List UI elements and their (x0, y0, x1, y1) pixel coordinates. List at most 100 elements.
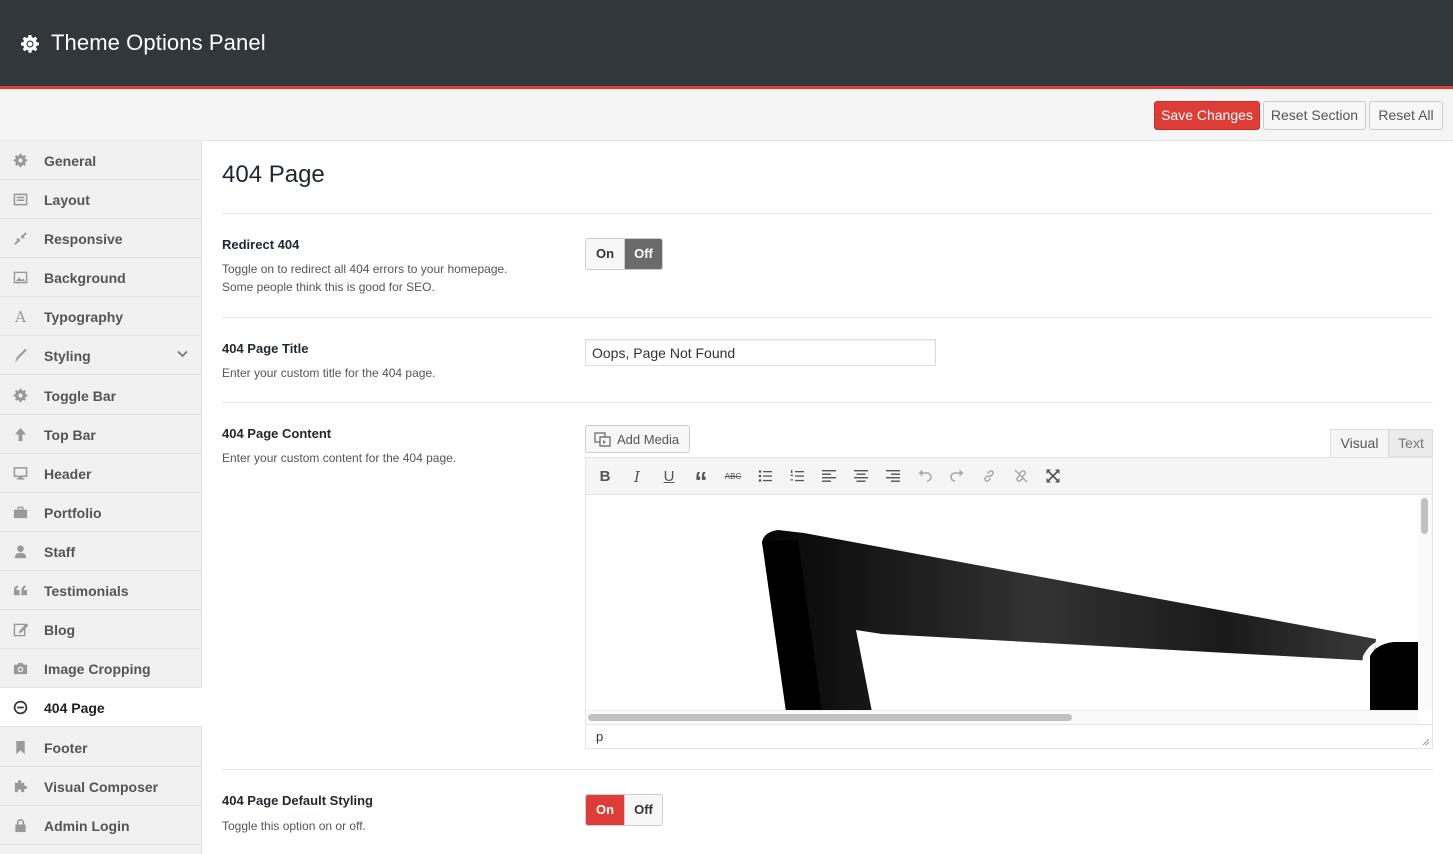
sidebar-item-label: General (44, 153, 97, 169)
sidebar-item-top-bar[interactable]: Top Bar (0, 415, 201, 454)
align-right-icon[interactable] (883, 467, 903, 487)
redirect-404-title: Redirect 404 (222, 237, 300, 252)
page-title: 404 Page (222, 161, 325, 188)
sidebar-item-layout[interactable]: Layout (0, 180, 201, 219)
gear-icon (13, 153, 28, 168)
minus-circle-icon (13, 700, 28, 715)
sidebar-item-label: Footer (44, 740, 88, 756)
chevron-down-icon[interactable] (177, 350, 188, 358)
scrollbar-thumb[interactable] (1421, 498, 1428, 534)
strikethrough-icon[interactable]: ABC (723, 467, 743, 487)
compress-icon (14, 232, 27, 245)
gear-icon (13, 388, 28, 403)
sidebar-item-label: Testimonials (44, 583, 129, 599)
switch-on-option[interactable]: On (586, 239, 624, 269)
default-styling-title: 404 Page Default Styling (222, 793, 373, 808)
sidebar-item-testimonials[interactable]: Testimonials (0, 571, 201, 610)
sidebar-item-responsive[interactable]: Responsive (0, 219, 201, 258)
section-divider (222, 402, 1433, 403)
link-icon[interactable] (979, 467, 999, 487)
italic-icon[interactable]: I (627, 467, 647, 487)
app-header: Theme Options Panel (0, 0, 1453, 86)
sidebar-item-label: Styling (44, 348, 91, 364)
sidebar-item-background[interactable]: Background (0, 258, 201, 297)
sidebar-item-visual-composer[interactable]: Visual Composer (0, 767, 201, 806)
tab-visual[interactable]: Visual (1330, 429, 1389, 457)
briefcase-icon (13, 506, 28, 519)
sidebar-item-label: Portfolio (44, 505, 102, 521)
page-title-option-description: Enter your custom title for the 404 page… (222, 366, 436, 380)
sidebar-item-label: Staff (44, 544, 76, 560)
app-title: Theme Options Panel (51, 30, 266, 55)
sidebar-item-general[interactable]: General (0, 141, 201, 180)
sidebar-item-label: Admin Login (44, 818, 130, 834)
fullscreen-icon[interactable] (1043, 467, 1063, 487)
sidebar-item-footer[interactable]: Footer (0, 728, 201, 767)
page-content-title: 404 Page Content (222, 426, 332, 441)
puzzle-icon (14, 779, 28, 793)
reset-all-button[interactable]: Reset All (1369, 101, 1443, 130)
sidebar-item-admin-login[interactable]: Admin Login (0, 806, 201, 845)
undo-icon[interactable] (915, 467, 935, 487)
sidebar-item-label: Image Cropping (44, 661, 151, 677)
editor-content-area[interactable] (586, 496, 1418, 710)
sidebar-item-label: Responsive (44, 231, 123, 247)
sidebar-item-toggle-bar[interactable]: Toggle Bar (0, 376, 201, 415)
sidebar-item-portfolio[interactable]: Portfolio (0, 493, 201, 532)
description-line: Toggle on to redirect all 404 errors to … (222, 262, 508, 276)
sidebar-item-header[interactable]: Header (0, 454, 201, 493)
sidebar-item-label: Visual Composer (44, 779, 159, 795)
switch-off-option[interactable]: Off (624, 795, 662, 825)
font-icon: A (14, 309, 26, 324)
numbered-list-icon[interactable] (787, 467, 807, 487)
page-title-input[interactable] (585, 339, 936, 366)
sidebar-item-404-page[interactable]: 404 Page (0, 688, 202, 727)
tab-text[interactable]: Text (1389, 429, 1433, 457)
sidebar-item-label: Header (44, 466, 92, 482)
unlink-icon[interactable] (1011, 467, 1031, 487)
align-center-icon[interactable] (851, 467, 871, 487)
redo-icon[interactable] (947, 467, 967, 487)
lock-icon (15, 819, 26, 833)
bullet-list-icon[interactable] (755, 467, 775, 487)
underline-icon[interactable]: U (659, 467, 679, 487)
sidebar-item-label: 404 Page (44, 700, 105, 716)
sidebar-item-label: Background (44, 270, 126, 286)
default-styling-switch[interactable]: On Off (585, 794, 663, 826)
arrow-up-icon (14, 427, 27, 442)
sidebar-item-image-cropping[interactable]: Image Cropping (0, 649, 201, 688)
editor-vertical-scrollbar[interactable] (1418, 496, 1432, 710)
sidebar-item-staff[interactable]: Staff (0, 532, 201, 571)
sidebar-item-label: Layout (44, 192, 90, 208)
sidebar-item-blog[interactable]: Blog (0, 610, 201, 649)
svg-text:A: A (14, 309, 26, 324)
edit-icon (13, 623, 28, 637)
bold-icon[interactable]: B (595, 467, 615, 487)
section-divider (222, 769, 1433, 770)
page-title-option-title: 404 Page Title (222, 341, 309, 356)
sidebar-item-label: Top Bar (44, 427, 96, 443)
add-media-button[interactable]: Add Media (585, 425, 690, 453)
switch-on-option[interactable]: On (586, 795, 624, 825)
editor-element-path: p (586, 724, 1432, 748)
default-styling-description: Toggle this option on or off. (222, 819, 366, 833)
section-divider (222, 317, 1433, 318)
redirect-404-switch[interactable]: On Off (585, 238, 663, 270)
blockquote-icon[interactable]: “ (691, 467, 711, 495)
quote-icon (13, 585, 28, 596)
save-changes-button[interactable]: Save Changes (1154, 101, 1260, 130)
editor-horizontal-scrollbar[interactable] (586, 710, 1418, 724)
action-toolbar: Save Changes Reset Section Reset All (0, 89, 1453, 141)
content-image (762, 530, 1418, 710)
desktop-icon (13, 467, 28, 480)
sidebar-item-typography[interactable]: A Typography (0, 297, 201, 336)
switch-off-option[interactable]: Off (624, 239, 662, 269)
align-left-icon[interactable] (819, 467, 839, 487)
scrollbar-thumb[interactable] (588, 714, 1072, 721)
gear-icon (21, 35, 39, 53)
media-icon (594, 432, 611, 447)
user-icon (14, 545, 27, 559)
sidebar-item-styling[interactable]: Styling (0, 336, 201, 375)
resize-handle-icon[interactable] (1422, 738, 1430, 746)
reset-section-button[interactable]: Reset Section (1263, 101, 1366, 130)
